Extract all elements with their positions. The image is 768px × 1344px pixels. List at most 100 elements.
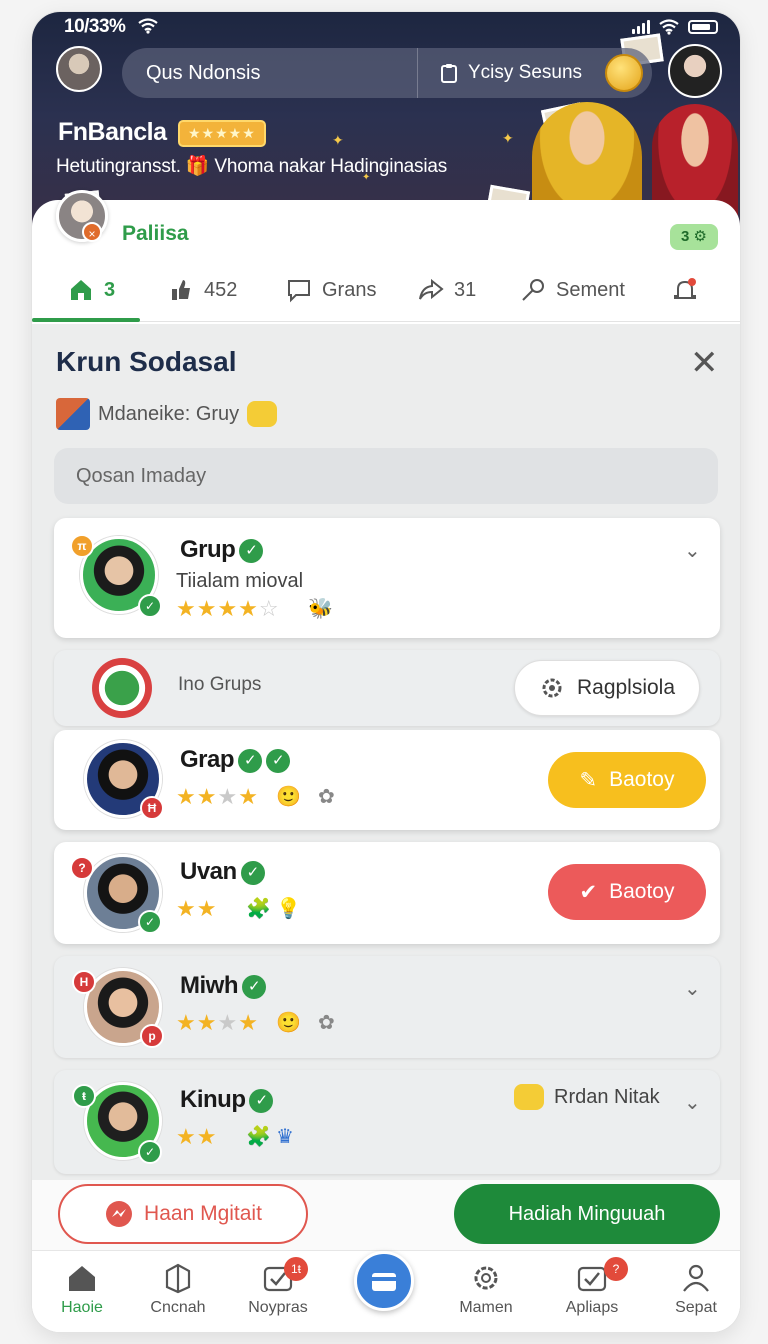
corner-badge: ? [70, 856, 94, 880]
verified-icon: ✓ [266, 749, 291, 773]
group-subtitle: Tiialam mioval [176, 570, 304, 592]
group-card[interactable]: Ħ Grap ✓ ✓ ★★★★ 🙂 ✿ ✎ Baotoy [54, 730, 720, 830]
tab-active-indicator [32, 318, 140, 322]
status-pill[interactable]: 3 ⚙ [670, 224, 718, 250]
filter-selector[interactable]: Ycisy Sesuns [418, 62, 582, 84]
tag-icon: ✎ [579, 768, 598, 792]
sparkle-icon: ✦ [332, 132, 344, 148]
nav-apps[interactable]: Apliaps ? [542, 1251, 642, 1332]
emoji-icon: 🙂 [276, 1012, 301, 1034]
group-name: Grup ✓ [180, 536, 264, 564]
settings-button-label: Ragplsiola [576, 676, 676, 699]
corner-badge: Ħ [140, 796, 164, 820]
corner-badge: H [72, 970, 96, 994]
messenger-icon [106, 1201, 133, 1227]
verified-icon: ✓ [238, 749, 263, 773]
close-badge-icon[interactable]: × [82, 222, 102, 242]
nav-profile-label: Sepat [675, 1299, 717, 1316]
emoji-icon [514, 1084, 544, 1110]
group-search-input[interactable]: Qosan Imaday [54, 448, 718, 504]
home-icon [69, 1266, 95, 1291]
nav-profile[interactable]: Sepat [646, 1251, 740, 1332]
brand-title: FnBancla [58, 118, 167, 146]
notification-badge: ? [604, 1257, 628, 1281]
chevron-down-icon[interactable]: ⌄ [684, 1090, 701, 1115]
corner-badge-right: p [140, 1024, 164, 1048]
tab-home[interactable]: 3 [68, 258, 115, 322]
profile-avatar-right[interactable] [668, 44, 722, 98]
group-panel: Krun Sodasal ✕ Mdaneike: Gruy Qosan Imad… [32, 324, 740, 1184]
wifi-icon [138, 18, 158, 34]
action-button[interactable]: ✔ Baotoy [548, 864, 706, 920]
user-icon [683, 1264, 709, 1292]
hero-tagline: Hetutingransst. 🎁 Vhoma nakar Hadinginas… [56, 156, 448, 177]
nav-catalog-label: Cncnah [150, 1299, 206, 1316]
star-rating: ★★ [176, 896, 218, 921]
group-card[interactable]: ŧ ✓ Kinup ✓ ★★ 🧩 ♛ Rrdan Nitak ⌄ [54, 1070, 720, 1174]
group-card[interactable]: H p Miwh ✓ ★★★★ 🙂 ✿ ⌄ [54, 956, 720, 1058]
action-button-label: Baotoy [609, 768, 675, 791]
info-row: Ino Grups Ragplsiola [54, 650, 720, 726]
tab-bar: 3 452 Grans 31 Sement [32, 258, 740, 322]
search-bar[interactable]: Qus Ndonsis Ycisy Sesuns [122, 48, 652, 98]
filter-label: Ycisy Sesuns [468, 62, 583, 83]
wallet-icon [372, 1273, 396, 1291]
tab-likes[interactable]: 452 [168, 258, 237, 322]
nav-home[interactable]: Haoie [32, 1251, 132, 1332]
verified-icon: ✓ [249, 1089, 274, 1113]
tab-chat[interactable]: Grans [286, 258, 376, 322]
chevron-down-icon[interactable]: ⌄ [684, 538, 701, 563]
group-card[interactable]: ? ✓ Uvan ✓ ★★ 🧩 💡 ✔ Baotoy [54, 842, 720, 944]
verified-badge-icon: ✓ [138, 594, 162, 618]
chevron-down-icon[interactable]: ⌄ [684, 976, 701, 1001]
claim-button[interactable]: Hadiah Minguuah [454, 1184, 720, 1244]
tab-chat-label: Grans [322, 278, 377, 301]
close-icon[interactable]: ✕ [690, 346, 719, 380]
group-card[interactable]: π ✓ Grup ✓ Tiialam mioval ★★★★☆ 🐝 ⌄ [54, 518, 720, 638]
chat-icon [288, 280, 310, 303]
corner-badge: π [70, 534, 94, 558]
nav-catalog[interactable]: Cncnah [128, 1251, 228, 1332]
emoji-icon [247, 401, 278, 427]
panel-title: Krun Sodasal [56, 346, 237, 377]
verified-icon: ✓ [239, 539, 264, 563]
puzzle-icon: 🧩 [246, 1126, 271, 1148]
wallet-button[interactable] [354, 1251, 414, 1311]
sparkle-icon: ✦ [502, 130, 514, 146]
coin-button[interactable] [605, 54, 643, 92]
bottom-nav: Haoie Cncnah Noypras 1ŧ Mamen Apliaps ? … [32, 1250, 740, 1332]
thumb-icon [172, 280, 190, 300]
nav-settings-label: Mamen [459, 1299, 513, 1316]
group-name: Kinup ✓ [180, 1086, 274, 1114]
tab-share-label: 31 [454, 278, 477, 301]
help-button[interactable]: Haan Mgitait [58, 1184, 308, 1244]
notification-badge: 1ŧ [284, 1257, 308, 1281]
settings-icon [542, 678, 562, 698]
status-time: 10/33% [64, 16, 126, 37]
nav-tasks[interactable]: Noypras 1ŧ [228, 1251, 328, 1332]
user-avatar[interactable] [56, 46, 102, 92]
puzzle-icon: ✿ [318, 786, 335, 808]
tab-home-label: 3 [104, 278, 116, 301]
home-icon [71, 280, 91, 300]
search-input[interactable]: Qus Ndonsis [122, 48, 418, 98]
notification-bell[interactable] [672, 258, 698, 322]
rating-badge: ★★★★★ [178, 120, 266, 147]
corner-badge: ŧ [72, 1084, 96, 1108]
verified-badge-icon: ✓ [138, 1140, 162, 1164]
crown-icon: ♛ [276, 1126, 294, 1148]
settings-button[interactable]: Ragplsiola [514, 660, 700, 716]
help-button-label: Haan Mgitait [144, 1202, 262, 1225]
tab-settings-label: Sement [556, 278, 625, 301]
tab-likes-label: 452 [204, 278, 238, 301]
tab-settings[interactable]: Sement [520, 258, 625, 322]
key-icon [522, 279, 544, 301]
battery-icon [688, 20, 718, 34]
action-button[interactable]: ✎ Baotoy [548, 752, 706, 808]
tab-share[interactable]: 31 [418, 258, 476, 322]
nav-settings[interactable]: Mamen [436, 1251, 536, 1332]
star-rating: ★★★★ [176, 1010, 259, 1035]
emoji-icon: 🙂 [276, 786, 301, 808]
star-rating: ★★★★☆ [176, 596, 280, 621]
group-name: Miwh ✓ [180, 972, 266, 1000]
